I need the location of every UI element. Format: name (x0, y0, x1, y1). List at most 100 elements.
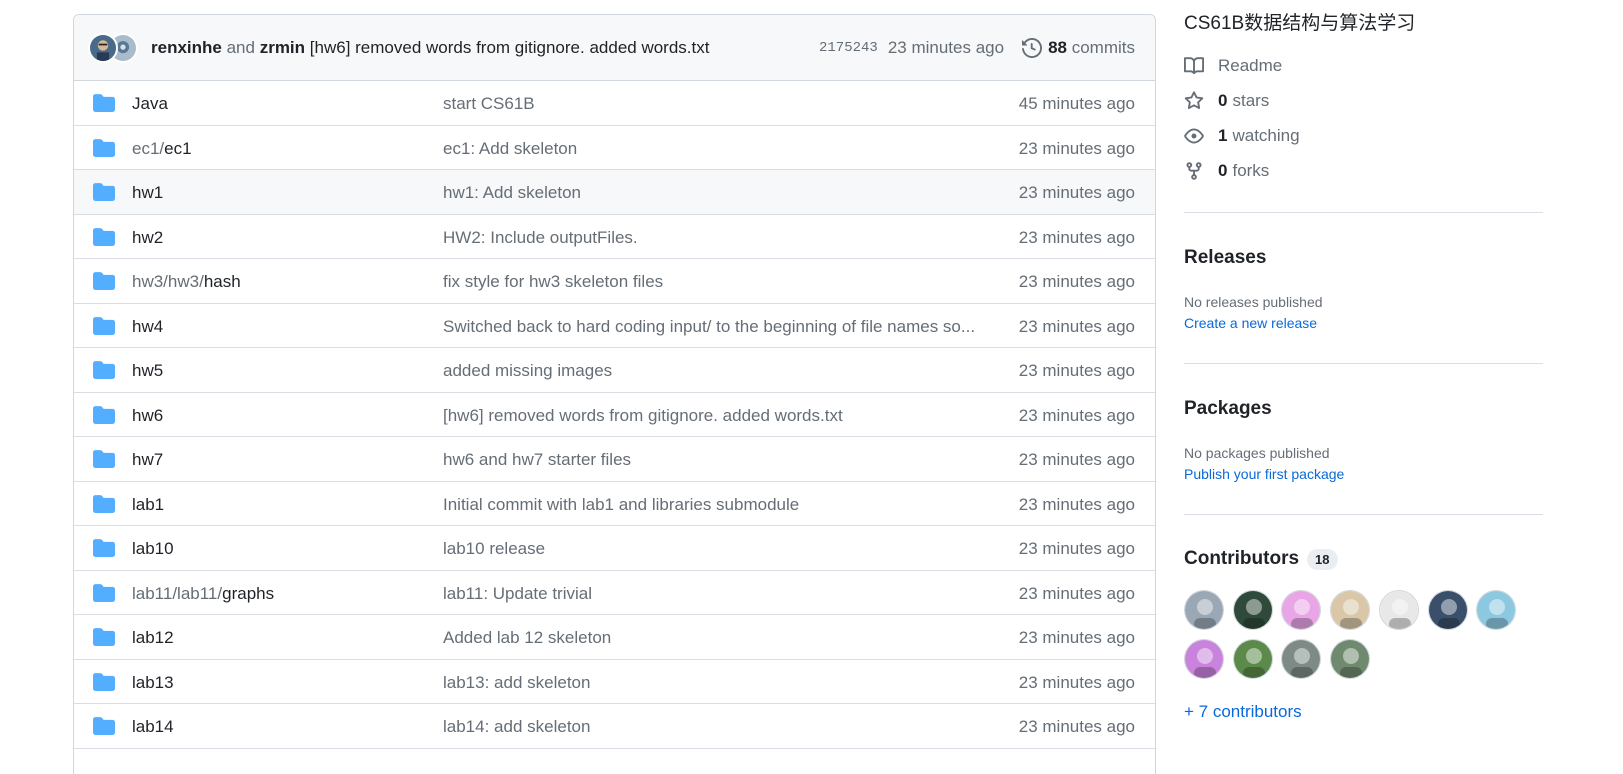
contributor-avatar[interactable] (1184, 590, 1224, 630)
file-commit-message[interactable]: added missing images (443, 361, 988, 381)
file-row[interactable]: lab11/lab11/graphs lab11: Update trivial 2… (74, 571, 1155, 615)
file-commit-message[interactable]: Switched back to hard coding input/ to t… (443, 317, 988, 337)
file-row[interactable]: hw4 Switched back to hard coding input/ t… (74, 304, 1155, 348)
file-browser: renxinhe and zrmin [hw6] removed words f… (73, 14, 1156, 774)
file-commit-time: 23 minutes ago (1018, 138, 1135, 158)
file-path-prefix: lab11/lab11/ (132, 583, 223, 603)
file-commit-message[interactable]: Initial commit with lab1 and libraries s… (443, 495, 988, 515)
commit-sha[interactable]: 2175243 (819, 40, 878, 56)
file-commit-time: 23 minutes ago (1018, 539, 1135, 558)
commit-coauthor[interactable]: zrmin (260, 38, 305, 57)
file-name-link[interactable]: hw3/hw3/hash (132, 272, 241, 292)
file-name-link[interactable]: hw7 (132, 450, 163, 470)
file-commit-message[interactable]: lab11: Update trivial (443, 584, 988, 604)
divider (1184, 514, 1543, 515)
file-name-link[interactable]: lab12 (132, 628, 174, 648)
contributor-avatar[interactable] (1378, 590, 1419, 630)
file-commit-message[interactable]: hw1: Add skeleton (443, 183, 988, 203)
file-commit-message[interactable]: lab13: add skeleton (443, 673, 988, 693)
star-icon (1184, 91, 1204, 110)
file-name: hw2 (132, 227, 164, 247)
file-commit-time: 23 minutes ago (1018, 227, 1135, 247)
book-icon (1184, 57, 1204, 75)
file-name-link[interactable]: ec1/ec1 (132, 139, 192, 159)
folder-icon (93, 494, 115, 513)
readme-link[interactable]: Readme (1184, 56, 1282, 76)
file-name-link[interactable]: hw2 (132, 228, 163, 248)
contributor-avatar[interactable] (1427, 590, 1468, 630)
divider (1184, 363, 1543, 364)
contributor-avatar[interactable] (1232, 590, 1273, 630)
file-name-link[interactable]: Java (132, 94, 168, 114)
contributors-heading[interactable]: Contributors 18 (1184, 548, 1338, 570)
publish-package-link[interactable]: Publish your first package (1184, 466, 1344, 482)
file-name-link[interactable]: lab10 (132, 539, 174, 559)
file-commit-message[interactable]: hw6 and hw7 starter files (443, 450, 988, 470)
file-row[interactable]: lab10 lab10 release 23 minutes ago (74, 526, 1155, 571)
create-release-link[interactable]: Create a new release (1184, 315, 1317, 331)
file-commit-message[interactable]: [hw6] removed words from gitignore. adde… (443, 406, 988, 426)
avatar[interactable] (88, 33, 118, 63)
file-row[interactable]: Java start CS61B 45 minutes ago (74, 81, 1155, 126)
file-commit-message[interactable]: lab10 release (443, 539, 988, 559)
file-row[interactable]: hw2 HW2: Include outputFiles. 23 minutes a… (74, 215, 1155, 259)
file-name-link[interactable]: lab11/lab11/graphs (132, 584, 274, 604)
packages-heading[interactable]: Packages (1184, 398, 1272, 420)
file-commit-message[interactable]: Added lab 12 skeleton (443, 628, 988, 648)
file-name: Java (132, 94, 168, 113)
commits-label: commits (1071, 38, 1135, 57)
commit-avatars (88, 33, 138, 63)
contributor-avatar[interactable] (1281, 639, 1322, 679)
more-contributors-link[interactable]: + 7 contributors (1184, 702, 1302, 722)
stars-label: stars (1232, 91, 1270, 110)
folder-icon (93, 316, 115, 335)
file-row[interactable]: lab1 Initial commit with lab1 and librari… (74, 482, 1155, 526)
file-path-prefix: hw3/hw3/ (132, 272, 204, 291)
contributor-avatar[interactable] (1281, 590, 1322, 630)
file-commit-message[interactable]: fix style for hw3 skeleton files (443, 272, 988, 292)
contributor-avatar[interactable] (1330, 590, 1371, 630)
commit-author[interactable]: renxinhe (151, 38, 222, 57)
file-row[interactable]: hw3/hw3/hash fix style for hw3 skeleton f… (74, 259, 1155, 304)
contributor-avatar[interactable] (1232, 639, 1273, 679)
releases-heading[interactable]: Releases (1184, 247, 1266, 269)
file-commit-message[interactable]: ec1: Add skeleton (443, 139, 988, 159)
file-commit-message[interactable]: start CS61B (443, 94, 988, 114)
file-row[interactable]: lab13 lab13: add skeleton 23 minutes ago (74, 660, 1155, 704)
file-name-link[interactable]: hw1 (132, 183, 163, 203)
commits-link[interactable]: 88 commits (1048, 38, 1135, 58)
file-name: hw6 (132, 405, 164, 425)
forks-label: forks (1232, 161, 1270, 180)
file-name-link[interactable]: hw5 (132, 361, 163, 381)
file-name-link[interactable]: hw4 (132, 317, 163, 337)
file-row[interactable]: ec1/ec1 ec1: Add skeleton 23 minutes ago (74, 126, 1155, 170)
file-commit-message[interactable]: HW2: Include outputFiles. (443, 228, 988, 248)
folder-icon (93, 717, 115, 735)
file-name: hash (203, 272, 241, 291)
file-commit-time: 23 minutes ago (1018, 672, 1135, 692)
file-name-link[interactable]: lab13 (132, 673, 174, 693)
contributor-avatar[interactable] (1184, 639, 1224, 679)
file-row[interactable]: hw1 hw1: Add skeleton 23 minutes ago (74, 170, 1155, 215)
folder-icon (93, 672, 115, 691)
file-name-link[interactable]: hw6 (132, 406, 163, 426)
commit-text[interactable]: [hw6] removed words from gitignore. adde… (310, 38, 710, 57)
contributor-avatar[interactable] (1330, 639, 1371, 679)
file-row[interactable]: lab14 lab14: add skeleton 23 minutes ago (74, 704, 1155, 749)
file-commit-message[interactable]: lab14: add skeleton (443, 717, 988, 737)
file-row[interactable]: lab12 Added lab 12 skeleton 23 minutes ago (74, 615, 1155, 660)
file-name: lab1 (132, 494, 165, 514)
forks-count: 0 (1218, 161, 1228, 180)
forks-link[interactable]: 0 forks (1184, 161, 1269, 181)
releases-empty-text: No releases published (1184, 294, 1323, 310)
stars-link[interactable]: 0 stars (1184, 91, 1269, 111)
file-name-link[interactable]: lab1 (132, 495, 164, 515)
file-name-link[interactable]: lab14 (132, 717, 174, 737)
contributor-avatar[interactable] (1476, 590, 1517, 630)
file-commit-time: 23 minutes ago (1018, 316, 1135, 336)
file-row[interactable]: hw7 hw6 and hw7 starter files 23 minutes a… (74, 437, 1155, 482)
watchers-link[interactable]: 1 watching (1184, 126, 1300, 146)
file-name: lab12 (132, 628, 174, 647)
file-row[interactable]: hw6 [hw6] removed words from gitignore. a… (74, 393, 1155, 437)
file-row[interactable]: hw5 added missing images 23 minutes ago (74, 348, 1155, 393)
